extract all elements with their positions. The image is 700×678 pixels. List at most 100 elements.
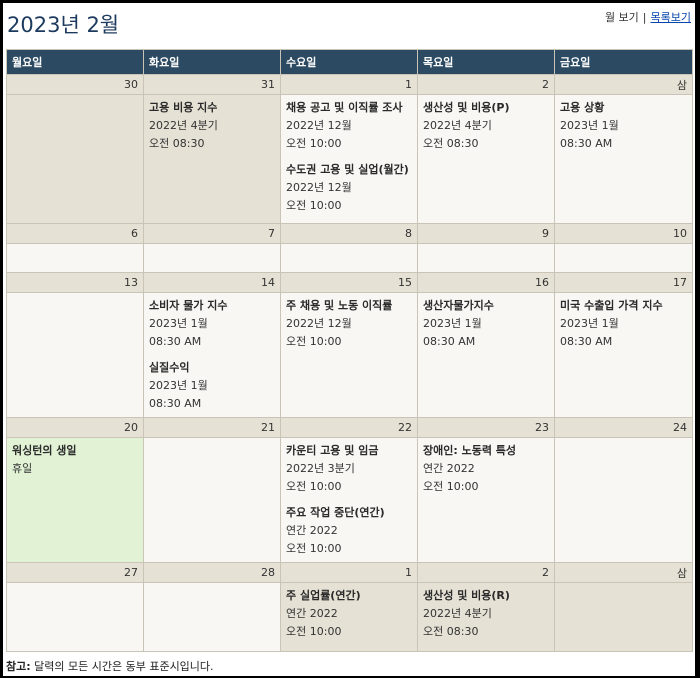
day-number: 27 <box>6 562 144 583</box>
weekday-header: 금요일 <box>554 49 693 75</box>
day-number: 30 <box>6 74 144 95</box>
day-number: 10 <box>554 223 693 244</box>
calendar-event: 소비자 물가 지수 2023년 1월 08:30 AM <box>149 297 275 351</box>
event-period: 2023년 1월 <box>149 317 208 330</box>
calendar-event: 카운티 고용 및 임금 2022년 3분기오전 10:00 <box>286 442 412 496</box>
event-period: 2022년 4분기 <box>149 119 218 132</box>
event-period: 2023년 1월 <box>560 119 619 132</box>
day-cell <box>143 243 281 273</box>
calendar-event: 미국 수출입 가격 지수 2023년 1월 08:30 AM <box>560 297 687 351</box>
page-title: 2023년 2월 <box>7 13 120 37</box>
day-number: 22 <box>280 417 418 438</box>
calendar-event: 고용 비용 지수 2022년 4분기 오전 08:30 <box>149 99 275 153</box>
event-time: 오전 10:00 <box>286 625 342 638</box>
calendar-event: 주요 작업 중단(연간) 연간 2022 오전 10:00 <box>286 504 412 558</box>
day-number: 삼 <box>554 74 693 95</box>
day-number: 23 <box>417 417 555 438</box>
event-title[interactable]: 고용 비용 지수 <box>149 99 275 117</box>
timezone-note: 참고: 달력의 모든 시간은 동부 표준시입니다. <box>6 658 214 674</box>
day-cell: 주 실업률(연간) 연간 2022 오전 10:00 <box>280 582 418 652</box>
event-title[interactable]: 워싱턴의 생일 <box>12 442 138 460</box>
day-number: 13 <box>6 272 144 293</box>
event-time: 오전 10:00 <box>286 480 342 493</box>
week-daynum-row: 20 21 22 23 24 <box>6 417 693 438</box>
calendar-event: 채용 공고 및 이직률 조사 2022년 12월 오전 10:00 <box>286 99 412 153</box>
weekday-header-row: 월요일 화요일 수요일 목요일 금요일 <box>6 49 693 75</box>
day-cell <box>143 437 281 563</box>
event-period: 연간 2022 <box>286 524 338 537</box>
day-number: 1 <box>280 562 418 583</box>
event-time: 오전 10:00 <box>286 137 342 150</box>
day-number: 8 <box>280 223 418 244</box>
calendar-event: 수도권 고용 및 실업(월간) 2022년 12월오전 10:00 <box>286 161 412 215</box>
event-title[interactable]: 미국 수출입 가격 지수 <box>560 297 687 315</box>
day-number: 2 <box>417 562 555 583</box>
event-title[interactable]: 장애인: 노동력 특성 <box>423 442 549 460</box>
event-period: 2022년 3분기 <box>286 462 355 475</box>
day-cell: 카운티 고용 및 임금 2022년 3분기오전 10:00 주요 작업 중단(연간)… <box>280 437 418 563</box>
event-title[interactable]: 실질수익 <box>149 359 275 377</box>
event-title[interactable]: 생산성 및 비용(P) <box>423 99 549 117</box>
weekday-header: 목요일 <box>417 49 555 75</box>
calendar-event: 장애인: 노동력 특성 연간 2022 오전 10:00 <box>423 442 549 496</box>
day-cell: 생산성 및 비용(P) 2022년 4분기 오전 08:30 <box>417 94 555 224</box>
day-number: 2 <box>417 74 555 95</box>
event-title[interactable]: 채용 공고 및 이직률 조사 <box>286 99 412 117</box>
day-cell <box>554 437 693 563</box>
weekday-header: 수요일 <box>280 49 418 75</box>
month-view-label: 월 보기 <box>604 11 639 24</box>
event-period: 2023년 1월 <box>560 317 619 330</box>
event-title[interactable]: 주 채용 및 노동 이직률 <box>286 297 412 315</box>
event-title[interactable]: 고용 상황 <box>560 99 687 117</box>
calendar-event: 워싱턴의 생일휴일 <box>12 442 138 478</box>
weekday-header: 화요일 <box>143 49 281 75</box>
event-period: 2022년 12월 <box>286 181 352 194</box>
event-time: 08:30 AM <box>149 335 202 348</box>
event-time: 오전 10:00 <box>423 480 479 493</box>
calendar-event: 주 실업률(연간) 연간 2022 오전 10:00 <box>286 587 412 641</box>
calendar-page: 2023년 2월 월 보기 | 목록보기 월요일 화요일 수요일 목요일 금요일 3… <box>3 3 695 676</box>
event-time: 08:30 AM <box>423 335 476 348</box>
day-cell: 주 채용 및 노동 이직률 2022년 12월 오전 10:00 <box>280 292 418 418</box>
event-title[interactable]: 생산성 및 비용(R) <box>423 587 549 605</box>
event-time: 08:30 AM <box>149 397 202 410</box>
day-cell <box>280 243 418 273</box>
event-title[interactable]: 주요 작업 중단(연간) <box>286 504 412 522</box>
day-cell: 미국 수출입 가격 지수 2023년 1월 08:30 AM <box>554 292 693 418</box>
event-period: 휴일 <box>12 462 33 475</box>
day-cell <box>6 94 144 224</box>
day-cell: 고용 비용 지수 2022년 4분기 오전 08:30 <box>143 94 281 224</box>
event-title[interactable]: 소비자 물가 지수 <box>149 297 275 315</box>
week-content-row: 주 실업률(연간) 연간 2022 오전 10:00 생산성 및 비용(R) 2022년… <box>6 582 693 652</box>
event-title[interactable]: 생산자물가지수 <box>423 297 549 315</box>
day-number: 1 <box>280 74 418 95</box>
event-title[interactable]: 수도권 고용 및 실업(월간) <box>286 161 412 179</box>
day-cell <box>554 582 693 652</box>
week-daynum-row: 27 28 1 2 삼 <box>6 562 693 583</box>
day-cell <box>6 243 144 273</box>
event-time: 08:30 AM <box>560 335 613 348</box>
day-number: 삼 <box>554 562 693 583</box>
day-number: 17 <box>554 272 693 293</box>
day-number: 28 <box>143 562 281 583</box>
event-period: 2022년 4분기 <box>423 607 492 620</box>
note-text: 달력의 모든 시간은 동부 표준시입니다. <box>30 660 214 673</box>
day-cell: 채용 공고 및 이직률 조사 2022년 12월 오전 10:00 수도권 고용 및 … <box>280 94 418 224</box>
week-content-row: 워싱턴의 생일휴일 카운티 고용 및 임금 2022년 3분기오전 10:00 주요 … <box>6 437 693 563</box>
day-number: 6 <box>6 223 144 244</box>
event-time: 오전 10:00 <box>286 199 342 212</box>
event-title[interactable]: 카운티 고용 및 임금 <box>286 442 412 460</box>
day-number: 20 <box>6 417 144 438</box>
day-number: 24 <box>554 417 693 438</box>
weekday-header: 월요일 <box>6 49 144 75</box>
event-period: 2022년 12월 <box>286 317 352 330</box>
list-view-link[interactable]: 목록보기 <box>651 11 691 24</box>
week-content-row: 소비자 물가 지수 2023년 1월 08:30 AM 실질수익 2023년 1월 08:… <box>6 292 693 418</box>
event-title[interactable]: 주 실업률(연간) <box>286 587 412 605</box>
week-daynum-row: 6 7 8 9 10 <box>6 223 693 244</box>
day-number: 31 <box>143 74 281 95</box>
event-time: 오전 08:30 <box>423 137 479 150</box>
day-number: 16 <box>417 272 555 293</box>
view-separator: | <box>642 11 647 24</box>
day-cell <box>6 292 144 418</box>
